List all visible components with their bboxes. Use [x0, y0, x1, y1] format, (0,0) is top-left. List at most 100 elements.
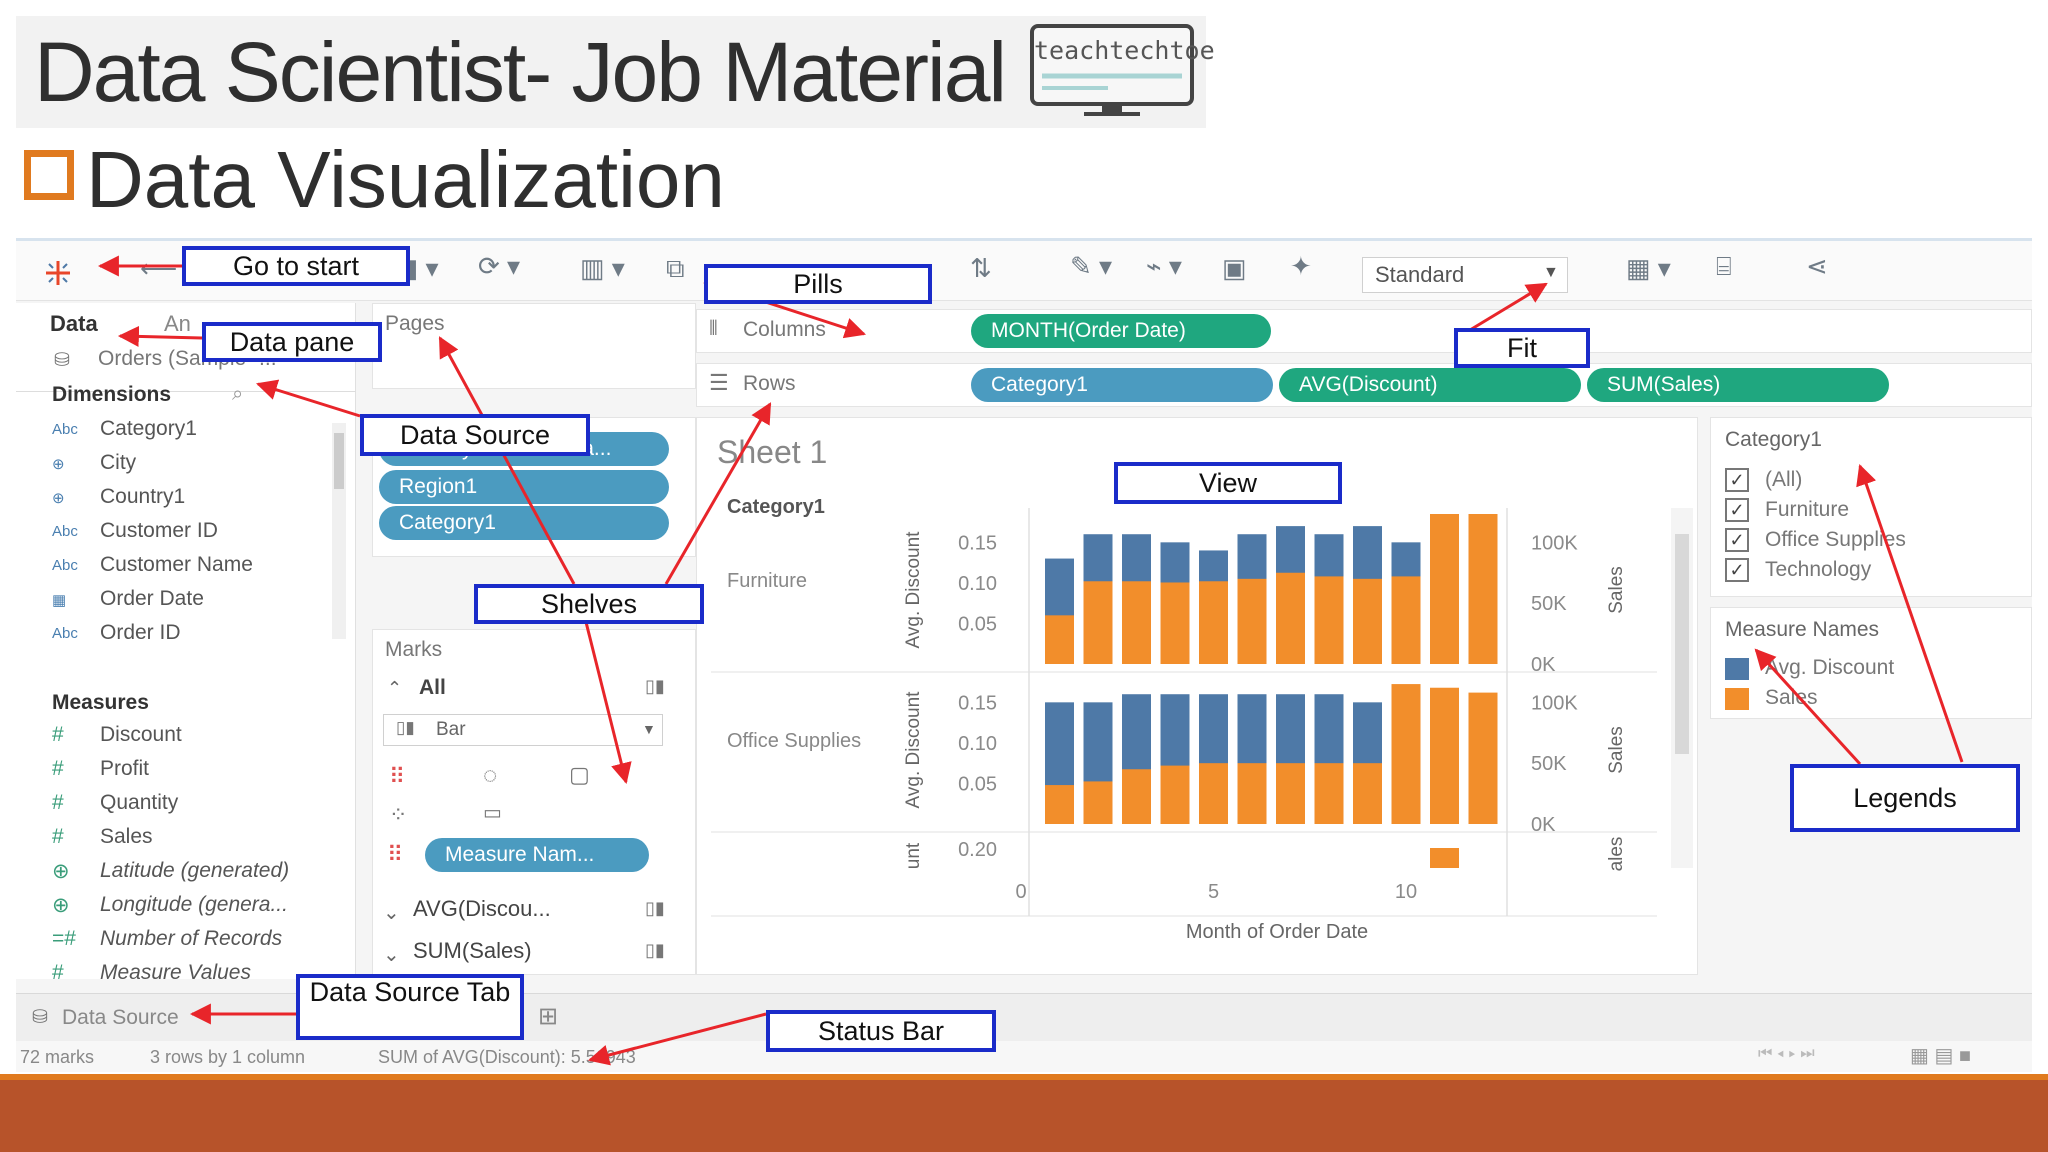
tooltip-mark-icon[interactable]: ▭: [483, 800, 502, 825]
fit-dropdown[interactable]: Standard ▼: [1362, 257, 1568, 293]
filter-item-label: (All): [1765, 468, 1803, 491]
measure-names-pill[interactable]: Measure Nam...: [425, 838, 649, 872]
field-type-icon: ⊕: [52, 456, 65, 473]
tab-data[interactable]: Data: [50, 311, 98, 337]
filter-item-label: Furniture: [1765, 498, 1850, 521]
fit-dropdown-value: Standard: [1375, 262, 1465, 287]
chevron-down-icon[interactable]: ⌄: [383, 900, 400, 925]
marks-sum-sales[interactable]: SUM(Sales): [413, 938, 532, 964]
marks-avg-discount[interactable]: AVG(Discou...: [413, 896, 551, 922]
field-item[interactable]: ▦ Order Date: [52, 585, 322, 617]
bar-chart-icon: ▯▮: [645, 676, 665, 696]
field-label: Sales: [100, 825, 153, 848]
dimensions-scrollbar[interactable]: [332, 423, 346, 639]
filter-item[interactable]: ✓ (All): [1725, 466, 2025, 494]
back-arrow-icon[interactable]: ⟵: [140, 253, 177, 284]
sort-icon[interactable]: ⇅: [970, 253, 992, 284]
detail-mark-icon[interactable]: ⁘: [389, 802, 407, 828]
share-icon[interactable]: ⋖: [1806, 251, 1828, 282]
view-scrollbar[interactable]: [1671, 508, 1693, 868]
x-tick-label: 10: [1395, 881, 1417, 903]
columns-shelf[interactable]: ⦀ Columns MONTH(Order Date): [696, 309, 2032, 353]
field-item[interactable]: # Profit: [52, 755, 352, 787]
chevron-down-icon[interactable]: ⌄: [383, 942, 400, 967]
chevron-down-icon[interactable]: ▼: [264, 383, 280, 401]
rows-shelf[interactable]: ☰ Rows Category1 AVG(Discount) SUM(Sales…: [696, 363, 2032, 407]
checkbox-checked-icon[interactable]: ✓: [1725, 498, 1749, 522]
checkbox-checked-icon[interactable]: ✓: [1725, 468, 1749, 492]
rows-pill-avg-discount[interactable]: AVG(Discount): [1279, 368, 1581, 402]
filter-pill-category[interactable]: Category1: [379, 506, 669, 540]
field-item[interactable]: ⊕ Country1: [52, 483, 322, 515]
sheet-nav-icons[interactable]: ⏮ ◂ ▸ ⏭: [1758, 1045, 1815, 1063]
field-type-icon: ⊕: [52, 860, 70, 883]
field-item[interactable]: Abc Category1: [52, 415, 322, 447]
field-item[interactable]: =# Number of Records: [52, 925, 352, 957]
right-tick-label: 100K: [1531, 532, 1578, 554]
filter-pill-region[interactable]: Region1: [379, 470, 669, 504]
search-icon[interactable]: ⌕: [232, 383, 243, 406]
tab-analytics[interactable]: An: [164, 311, 191, 337]
size-mark-icon[interactable]: ◌: [483, 762, 497, 790]
field-label: Customer Name: [100, 553, 253, 576]
section-title: Data Visualization: [86, 135, 725, 224]
scrollbar-thumb[interactable]: [1675, 534, 1689, 754]
checkbox-checked-icon[interactable]: ✓: [1725, 528, 1749, 552]
scrollbar-thumb[interactable]: [334, 433, 344, 489]
rows-pill-sum-sales[interactable]: SUM(Sales): [1587, 368, 1889, 402]
field-type-icon: #: [52, 757, 64, 780]
field-label: Order Date: [100, 587, 204, 610]
field-item[interactable]: Abc Customer Name: [52, 551, 322, 583]
filter-item[interactable]: ✓ Technology: [1725, 556, 2025, 584]
pages-shelf[interactable]: Pages: [372, 303, 696, 389]
callout-go-to-start: Go to start: [182, 246, 410, 286]
bar-sales: [1391, 576, 1421, 664]
duplicate-icon[interactable]: ⧉: [666, 253, 685, 285]
label-icon[interactable]: ▣: [1222, 253, 1247, 284]
tableau-logo-icon[interactable]: [42, 257, 74, 289]
rows-pill-category[interactable]: Category1: [971, 368, 1273, 402]
chevron-down-icon: ▼: [642, 721, 656, 737]
color-legend-item[interactable]: Avg. Discount: [1725, 654, 2025, 682]
columns-pill-month[interactable]: MONTH(Order Date): [971, 314, 1271, 348]
new-sheet-icon[interactable]: ▥ ▾: [580, 253, 625, 284]
field-item[interactable]: # Discount: [52, 721, 352, 753]
field-item[interactable]: # Quantity: [52, 789, 352, 821]
right-axis-title: Sales: [1606, 566, 1627, 614]
field-item[interactable]: Abc Customer ID: [52, 517, 322, 549]
refresh-icon[interactable]: ⟳ ▾: [478, 251, 520, 282]
view-mode-icons[interactable]: ▦ ▤ ■: [1910, 1043, 1971, 1068]
presentation-icon[interactable]: ⌸: [1716, 251, 1732, 283]
pages-label: Pages: [385, 312, 445, 335]
marks-all[interactable]: All: [419, 676, 446, 700]
new-sheet-tab-icon[interactable]: ⊞: [538, 1002, 558, 1031]
chevron-up-icon[interactable]: ⌃: [387, 678, 402, 699]
field-label: Discount: [100, 723, 182, 746]
pin-icon[interactable]: ✦: [1290, 251, 1312, 282]
mark-type-dropdown[interactable]: ▯▮ Bar ▼: [383, 714, 663, 746]
columns-label: Columns: [743, 318, 826, 341]
label-mark-icon[interactable]: ▢: [569, 762, 590, 788]
bar-sales: [1276, 572, 1305, 664]
highlight-icon[interactable]: ✎ ▾: [1070, 251, 1112, 282]
right-tick-label: 50K: [1531, 593, 1567, 615]
field-item[interactable]: Abc Order ID: [52, 619, 322, 651]
x-tick-label: 5: [1208, 881, 1219, 903]
field-item[interactable]: # Sales: [52, 823, 352, 855]
filter-item[interactable]: ✓ Furniture: [1725, 496, 2025, 524]
color-mark-icon[interactable]: ⠿: [389, 764, 405, 790]
bar-sales: [1314, 763, 1344, 824]
datasource-tab[interactable]: Data Source: [62, 1006, 179, 1030]
right-tick-label: 0K: [1531, 654, 1556, 676]
field-item[interactable]: ⊕ Longitude (genera...: [52, 891, 352, 923]
show-me-icon[interactable]: ▦ ▾: [1626, 253, 1671, 284]
filter-item[interactable]: ✓ Office Supplies: [1725, 526, 2025, 554]
color-legend-title: Measure Names: [1725, 618, 1880, 641]
paperclip-icon[interactable]: ⌁ ▾: [1146, 251, 1182, 282]
field-type-icon: #: [52, 825, 64, 848]
checkbox-bullet-icon: [24, 150, 74, 200]
checkbox-checked-icon[interactable]: ✓: [1725, 558, 1749, 582]
color-legend-item[interactable]: Sales: [1725, 684, 2025, 712]
field-item[interactable]: ⊕ Latitude (generated): [52, 857, 352, 889]
field-item[interactable]: ⊕ City: [52, 449, 322, 481]
